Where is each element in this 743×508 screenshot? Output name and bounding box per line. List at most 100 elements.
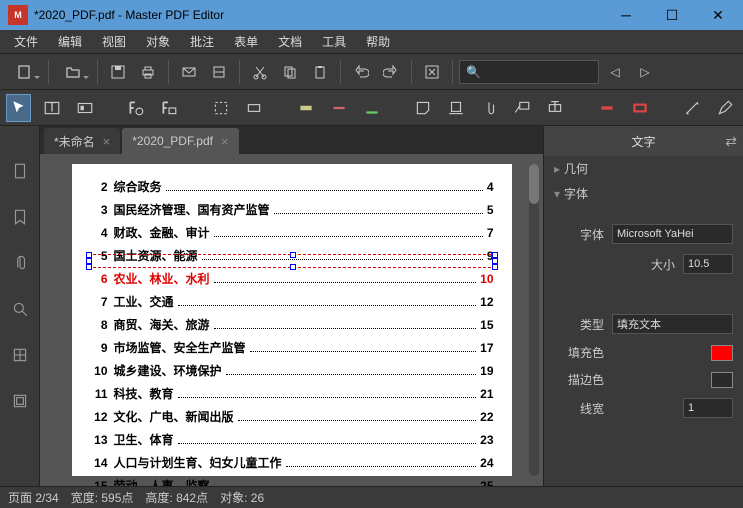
menu-tools[interactable]: 工具 (312, 30, 356, 53)
font-label: 字体 (554, 226, 604, 243)
copy-button[interactable] (276, 58, 304, 86)
minimize-button[interactable]: ─ (603, 0, 649, 30)
toc-row[interactable]: 2综合政务4 (90, 178, 494, 195)
menu-annotate[interactable]: 批注 (180, 30, 224, 53)
note-tool[interactable] (411, 94, 436, 122)
menu-form[interactable]: 表单 (224, 30, 268, 53)
fill-color-swatch[interactable] (711, 345, 733, 361)
attach-tool[interactable] (477, 94, 502, 122)
toc-row[interactable]: 12文化、广电、新闻出版22 (90, 408, 494, 425)
paste-button[interactable] (306, 58, 334, 86)
selection-handle[interactable] (290, 252, 296, 258)
print-button[interactable] (134, 58, 162, 86)
redo-button[interactable] (377, 58, 405, 86)
pencil-tool[interactable] (712, 94, 737, 122)
selection-handle[interactable] (86, 264, 92, 270)
undo-button[interactable] (347, 58, 375, 86)
statusbar: 页面 2/34 宽度: 595点 高度: 842点 对象: 26 (0, 486, 743, 508)
document-area[interactable]: 2综合政务43国民经济管理、国有资产监管54财政、金融、审计75国土资源、能源9… (40, 154, 543, 486)
toolbar-main: 🔍 ◁ ▷ (0, 54, 743, 90)
bookmarks-panel-button[interactable] (5, 202, 35, 232)
search-input[interactable]: 🔍 (459, 60, 599, 84)
menu-edit[interactable]: 编辑 (48, 30, 92, 53)
font-select[interactable]: Microsoft YaHei (612, 224, 733, 244)
panel-settings-icon[interactable]: ⇄ (725, 133, 737, 150)
save-button[interactable] (104, 58, 132, 86)
stamp-tool[interactable] (444, 94, 469, 122)
toc-row[interactable]: 6农业、林业、水利10 (90, 270, 494, 287)
scrollbar-thumb[interactable] (529, 164, 539, 204)
zoom-fit-button[interactable] (418, 58, 446, 86)
selection-handle[interactable] (290, 264, 296, 270)
attachments-panel-button[interactable] (5, 248, 35, 278)
line-color-tool[interactable] (594, 94, 619, 122)
close-icon[interactable]: × (103, 134, 111, 149)
text-tool[interactable]: T (39, 94, 64, 122)
signatures-panel-button[interactable] (5, 386, 35, 416)
callout-tool[interactable] (510, 94, 535, 122)
size-label: 大小 (554, 256, 675, 273)
section-geometry[interactable]: ▸几何 (544, 156, 743, 181)
new-button[interactable] (6, 58, 42, 86)
linewidth-input[interactable]: 1 (683, 398, 733, 418)
open-button[interactable] (55, 58, 91, 86)
app-logo-icon: M (8, 5, 28, 25)
close-icon[interactable]: × (221, 134, 229, 149)
search-next-button[interactable]: ▷ (631, 58, 659, 86)
maximize-button[interactable]: ☐ (649, 0, 695, 30)
toc-row[interactable]: 8商贸、海关、旅游15 (90, 316, 494, 333)
toc-row[interactable]: 4财政、金融、审计7 (90, 224, 494, 241)
toc-row[interactable]: 14人口与计划生育、妇女儿童工作24 (90, 454, 494, 471)
selection-handle[interactable] (492, 264, 498, 270)
edit-form-tool[interactable] (72, 94, 97, 122)
strikeout-tool[interactable] (326, 94, 351, 122)
svg-text:T: T (551, 99, 559, 113)
menu-file[interactable]: 文件 (4, 30, 48, 53)
layers-panel-button[interactable] (5, 340, 35, 370)
toc-row[interactable]: 3国民经济管理、国有资产监管5 (90, 201, 494, 218)
search-panel-button[interactable] (5, 294, 35, 324)
search-prev-button[interactable]: ◁ (601, 58, 629, 86)
status-width: 宽度: 595点 (71, 489, 134, 506)
size-input[interactable]: 10.5 (683, 254, 733, 274)
toc-row[interactable]: 15劳动、人事、监察25 (90, 477, 494, 486)
toc-row[interactable]: 9市场监管、安全生产监管17 (90, 339, 494, 356)
separator (97, 60, 98, 84)
pages-panel-button[interactable] (5, 156, 35, 186)
underline-tool[interactable] (359, 94, 384, 122)
toc-row[interactable]: 13卫生、体育23 (90, 431, 494, 448)
highlight-tool[interactable] (293, 94, 318, 122)
menu-document[interactable]: 文档 (268, 30, 312, 53)
snapshot-tool[interactable] (157, 94, 182, 122)
menu-help[interactable]: 帮助 (356, 30, 400, 53)
tab-document[interactable]: *2020_PDF.pdf× (122, 128, 238, 154)
tab-untitled[interactable]: *未命名× (44, 128, 120, 154)
measure-tool[interactable] (679, 94, 704, 122)
hand-tool[interactable] (124, 94, 149, 122)
close-button[interactable]: ✕ (695, 0, 741, 30)
svg-text:T: T (48, 99, 56, 114)
toc-row[interactable]: 10城乡建设、环境保护19 (90, 362, 494, 379)
stroke-color-swatch[interactable] (711, 372, 733, 388)
marquee-tool[interactable] (209, 94, 234, 122)
menu-view[interactable]: 视图 (92, 30, 136, 53)
selection-handle[interactable] (492, 258, 498, 264)
cut-button[interactable] (246, 58, 274, 86)
stroke-label: 描边色 (554, 371, 604, 388)
pdf-page[interactable]: 2综合政务43国民经济管理、国有资产监管54财政、金融、审计75国土资源、能源9… (72, 164, 512, 476)
toc-row[interactable]: 7工业、交通12 (90, 293, 494, 310)
toc-row[interactable]: 11科技、教育21 (90, 385, 494, 402)
menu-object[interactable]: 对象 (136, 30, 180, 53)
type-select[interactable]: 填充文本 (612, 314, 733, 334)
scan-button[interactable] (205, 58, 233, 86)
section-font[interactable]: ▾字体 (544, 181, 743, 206)
select-tool[interactable] (6, 94, 31, 122)
email-button[interactable] (175, 58, 203, 86)
textbox-tool[interactable]: T (543, 94, 568, 122)
shape-color-tool[interactable] (627, 94, 652, 122)
link-tool[interactable] (242, 94, 267, 122)
status-objects: 对象: 26 (220, 489, 264, 506)
selection-handle[interactable] (86, 258, 92, 264)
scrollbar-vertical[interactable] (529, 164, 539, 476)
left-dock (0, 126, 40, 486)
